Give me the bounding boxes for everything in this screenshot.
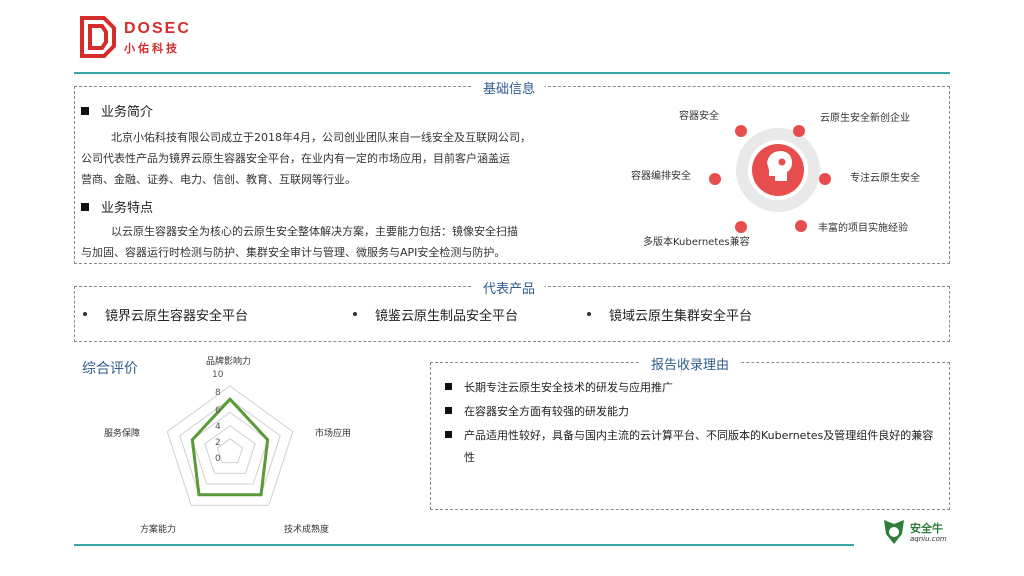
intro-line: 营商、金融、证券、电力、信创、教育、互联网等行业。 [81,173,356,186]
radar-grid-ring [204,424,256,474]
highlight-k8s: 多版本Kubernetes兼容 [643,237,750,248]
bullet-square-icon [445,431,452,438]
reasons-panel: 报告收录理由 长期专注云原生安全技术的研发与应用推广 在容器安全方面有较强的研发… [430,354,950,510]
basic-info-title: 基础信息 [473,78,546,97]
lock-icon [735,125,747,137]
radar-tick: 6 [215,406,221,416]
cloud-icon [819,173,831,185]
radar-tick: 10 [212,370,224,380]
logo-name-cn: 小佑科技 [124,42,180,55]
highlight-ring [736,128,820,212]
feature-heading: 业务特点 [81,197,153,216]
highlight-orchestration: 容器编排安全 [631,171,691,182]
bottom-divider [74,544,854,546]
intro-paragraph: 北京小佑科技有限公司成立于2018年4月，公司创业团队来自一线安全及互联网公司，… [81,127,581,190]
intro-line: 北京小佑科技有限公司成立于2018年4月，公司创业团队来自一线安全及互联网公司， [111,131,531,144]
bullet-square-icon [445,383,452,390]
intro-line: 公司代表性产品为镜界云原生容器安全平台，在业内有一定的市场应用，目前客户涵盖运 [81,152,510,165]
radar-label-service: 服务保障 [104,429,141,439]
bullet-square-icon [445,407,452,414]
radar-label-solution: 方案能力 [140,525,177,535]
brand-name: 安全牛 [910,522,943,535]
reason-item: 长期专注云原生安全技术的研发与应用推广 [445,377,940,399]
product-item: 镜鉴云原生制品安全平台 [353,305,518,324]
radar-point-技术成熟度 [259,493,263,497]
reason-item: 在容器安全方面有较强的研发能力 [445,401,940,423]
highlight-focus: 专注云原生安全 [850,173,920,184]
reason-item: 产品适用性较好，具备与国内主流的云计算平台、不同版本的Kubernetes及管理… [445,425,940,469]
highlight-experience: 丰富的项目实施经验 [818,223,908,234]
radar-label-market: 市场应用 [315,429,352,439]
product-item: 镜域云原生集群安全平台 [587,305,752,324]
radar-tick: 0 [215,454,221,464]
top-divider [74,72,950,74]
feature-paragraph: 以云原生容器安全为核心的云原生安全整体解决方案，主要能力包括：镜像安全扫描 与加… [81,221,581,263]
bullet-dot-icon [83,312,87,316]
radar-grid-ring [216,438,244,464]
bullet-dot-icon [587,312,591,316]
radar-point-品牌影响力 [228,397,232,401]
bullet-square-icon [81,107,89,115]
radar-tick: 2 [215,438,221,448]
basic-info-panel: 基础信息 业务简介 北京小佑科技有限公司成立于2018年4月，公司创业团队来自一… [74,78,950,264]
radar-label-brand: 品牌影响力 [206,357,252,367]
radar-point-市场应用 [266,438,270,442]
bulb-icon [795,220,807,232]
feature-line: 与加固、容器运行时检测与防护、集群安全审计与管理、微服务与API安全检测与防护。 [81,246,506,259]
evaluation-title: 综合评价 [82,361,138,377]
dosec-logo-icon [80,16,116,58]
highlight-startup: 云原生安全新创企业 [820,113,910,124]
radar-series-line [190,397,270,497]
intro-heading: 业务简介 [81,101,153,120]
products-panel: 代表产品 镜界云原生容器安全平台 镜鉴云原生制品安全平台 镜域云原生集群安全平台 [74,278,950,342]
aqniu-brand: 安全牛 aqniu.com [882,518,962,548]
logo-name-en: DOSEC [124,20,191,37]
building-icon [793,125,805,137]
radar-tick: 4 [215,422,221,432]
product-item: 镜界云原生容器安全平台 [83,305,248,324]
shield-icon [709,173,721,185]
radar-chart [166,385,294,506]
bull-shield-icon [884,520,904,544]
products-title: 代表产品 [473,278,546,297]
radar-point-服务保障 [190,438,194,442]
reasons-title: 报告收录理由 [641,354,740,373]
monitor-icon [735,221,747,233]
feature-line: 以云原生容器安全为核心的云原生安全整体解决方案，主要能力包括：镜像安全扫描 [111,225,518,238]
radar-tick: 8 [215,388,221,398]
highlight-container-security: 容器安全 [679,111,719,122]
radar-label-tech: 技术成熟度 [284,525,330,535]
bullet-square-icon [81,203,89,211]
radar-grid-ring [166,385,294,506]
radar-point-方案能力 [197,493,201,497]
company-logo: DOSEC 小佑科技 [78,14,198,62]
bullet-dot-icon [353,312,357,316]
brand-site: aqniu.com [910,535,947,543]
